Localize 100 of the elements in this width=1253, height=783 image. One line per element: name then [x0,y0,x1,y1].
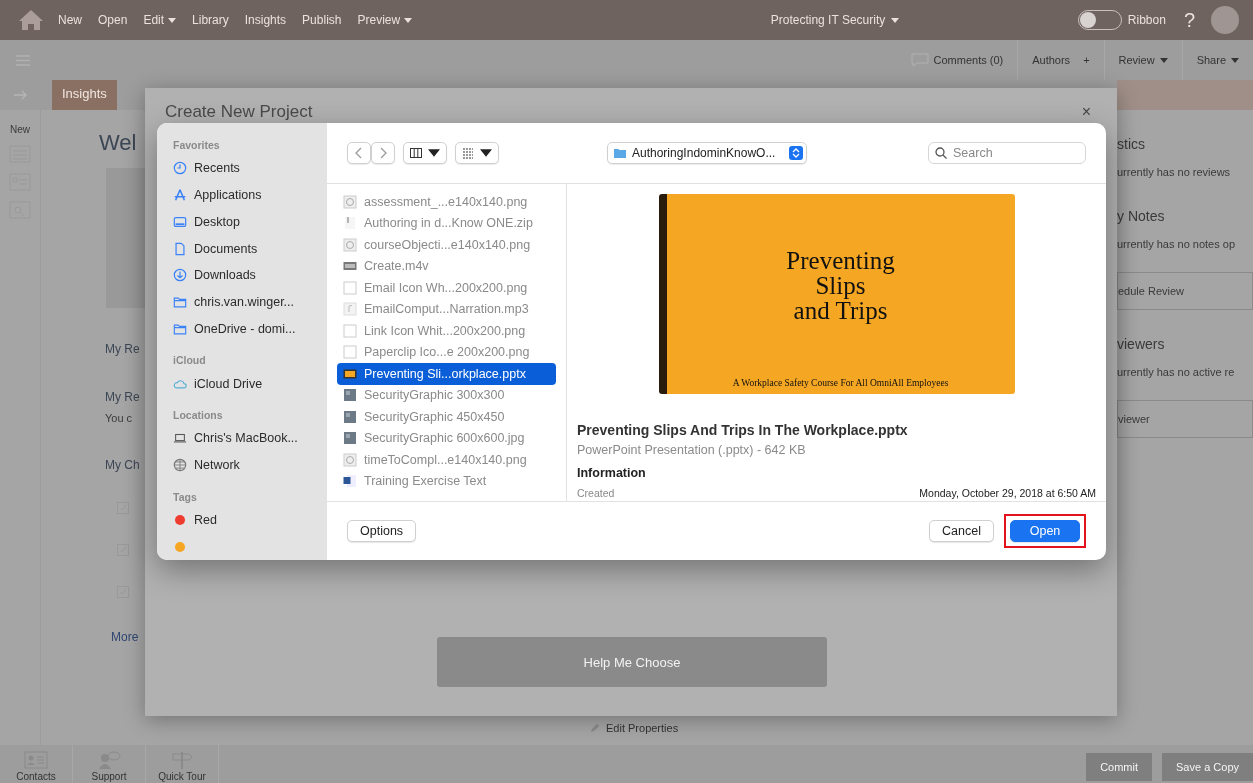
sidebar-item[interactable]: Red [194,512,217,527]
laptop-icon [173,431,187,446]
home-icon[interactable] [18,9,44,31]
welcome-heading: Wel [99,130,137,157]
back-button[interactable] [347,142,371,164]
folder-icon [614,147,626,159]
word-file-icon [343,474,357,489]
columns-icon [410,147,422,159]
pencil-icon [590,723,600,733]
insights-tab[interactable]: Insights [52,80,117,110]
sidebar-item[interactable]: Chris's MacBook... [194,431,298,446]
info-value: Monday, October 29, 2018 at 6:50 AM [919,487,1096,499]
audio-file-icon [343,302,357,317]
section-heading: y Notes [1117,207,1165,226]
comments-button[interactable]: Comments (0) [896,40,1018,80]
menu-item[interactable]: Publish [302,13,342,27]
folder-icon [173,295,187,310]
sidebar-heading: iCloud [173,354,207,367]
more-link[interactable]: More [111,630,139,644]
commit-button[interactable]: Commit [1086,753,1152,781]
help-me-choose-button[interactable]: Help Me Choose [437,637,827,687]
panel-button[interactable]: edule Review [1117,272,1253,310]
sidebar-item[interactable]: Recents [194,161,240,176]
section-heading: viewers [1117,335,1165,354]
location-popup[interactable]: AuthoringIndominKnowO... [607,142,807,164]
slide-subtitle: A Workplace Safety Course For All OmniAll Employees [732,378,949,388]
sidebar-item[interactable]: Network [194,458,240,473]
close-button[interactable]: × [1075,80,1097,122]
sidebar-item[interactable]: Desktop [194,214,240,229]
cancel-button[interactable]: Cancel [929,520,994,542]
menu-item[interactable]: Insights [244,13,287,27]
search-field[interactable]: Search [928,142,1086,164]
open-button[interactable]: Open [1010,520,1080,542]
section-heading: My Ch [105,458,140,472]
section-heading: My Re [105,342,140,356]
caret-icon [480,147,492,159]
caret-icon [891,17,900,23]
caret-icon [404,17,413,23]
add-author-button[interactable]: + [1083,54,1090,66]
sidebar-heading: Favorites [173,139,221,151]
menu-item[interactable]: New [58,13,82,27]
sidebar-item[interactable]: iCloud Drive [194,376,263,391]
graphic-file-icon [343,431,357,446]
slide-title: Preventing Slips and Trips [786,248,895,323]
columns-view-button[interactable] [403,142,447,164]
section-heading: stics [1117,135,1145,154]
app-store-icon [173,188,187,203]
grid-icon [462,147,474,159]
sidebar-item[interactable]: Applications [194,188,262,203]
zip-file-icon [343,216,357,231]
authors-button[interactable]: Authors [1032,54,1071,66]
options-button[interactable]: Options [347,520,417,542]
menu-item[interactable]: Library [192,13,229,27]
graphic-file-icon [343,388,357,403]
save-copy-button[interactable]: Save a Copy [1162,753,1253,781]
section-heading: My Re [105,390,140,404]
info-heading: Information [577,466,647,480]
tool-label[interactable]: Contacts [16,771,56,782]
file-item[interactable]: Preventing Sli...orkplace.pptx [337,363,556,385]
document-icon [173,241,187,256]
sidebar-heading: Tags [173,490,198,503]
group-view-button[interactable] [455,142,499,164]
sidebar-item[interactable]: chris.van.winger... [194,295,295,310]
caret-icon [1159,57,1168,63]
folder-icon [173,321,187,336]
project-title[interactable]: Protecting IT Security [590,13,900,27]
search-icon [935,147,947,159]
avatar[interactable] [1211,6,1239,34]
file-name: Preventing Slips And Trips In The Workplace.pptx [577,422,909,438]
tool-label[interactable]: Quick Tour [158,771,206,782]
file-type: PowerPoint Presentation (.pptx) - 642 KB [577,443,807,457]
sidebar-heading: Locations [173,409,224,421]
section-text: urrently has no reviews [1117,166,1231,178]
desktop-icon [173,214,187,229]
blank-file-icon [343,345,357,360]
caret-icon [1231,57,1239,63]
menu-item[interactable]: Open [98,13,128,27]
stepper-icon [789,146,803,160]
section-text: urrently has no active re [1117,366,1235,378]
forward-button[interactable] [371,142,395,164]
section-text: You c [105,412,133,424]
help-button[interactable]: ? [1183,8,1195,32]
sidebar-item[interactable]: Documents [194,241,258,256]
graphic-file-icon [343,409,357,424]
edit-properties-link[interactable]: Edit Properties [606,722,679,734]
tool-label[interactable]: Support [91,771,127,782]
clock-icon [173,161,187,176]
sidebar-item[interactable]: OneDrive - domi... [194,321,296,336]
panel-button[interactable]: viewer [1117,400,1253,438]
download-icon [173,268,187,283]
section-text: urrently has no notes op [1117,238,1236,250]
new-label: New [10,124,30,135]
image-file-icon [343,237,357,252]
caret-icon [168,17,177,23]
menu-item[interactable]: Edit [143,13,177,27]
right-arrow-icon[interactable] [14,90,28,100]
info-label: Created [577,487,615,499]
image-file-icon [343,194,357,209]
sidebar-item[interactable]: Downloads [194,268,256,283]
menu-item[interactable]: Preview [357,13,413,27]
